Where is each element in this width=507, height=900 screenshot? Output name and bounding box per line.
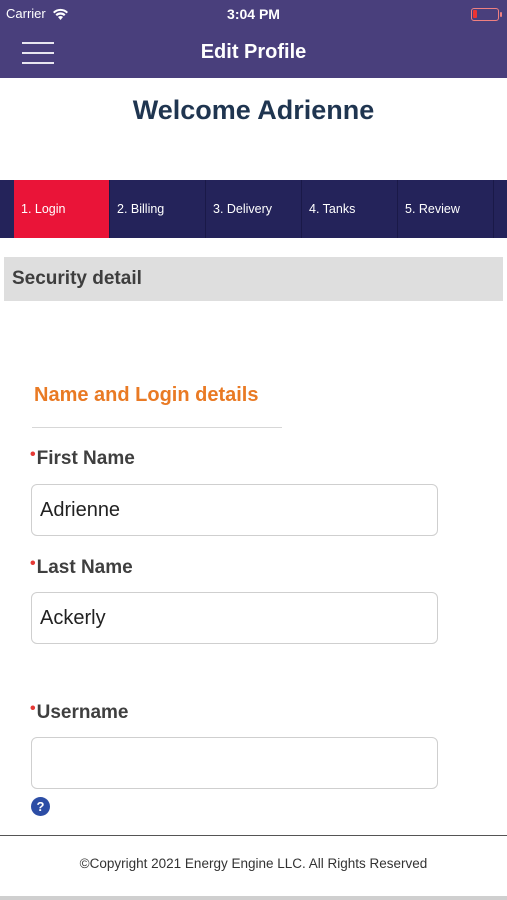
copyright-text: ©Copyright 2021 Energy Engine LLC. All R… [79,856,428,871]
required-marker: • [30,700,36,717]
step-login[interactable]: 1. Login [14,180,110,238]
username-label: •Username [30,700,129,723]
page-title: Edit Profile [200,41,307,63]
battery-icon [471,8,502,21]
bottom-divider [0,896,507,900]
required-marker: • [30,555,36,572]
form-group-title: Name and Login details [34,384,259,406]
clock: 3:04 PM [227,6,280,22]
first-name-field[interactable] [31,484,438,536]
step-review[interactable]: 5. Review [398,180,494,238]
step-delivery[interactable]: 3. Delivery [206,180,302,238]
first-name-label: •First Name [30,446,135,469]
step-progress-bar: 1. Login 2. Billing 3. Delivery 4. Tanks… [0,180,507,238]
last-name-label: •Last Name [30,555,133,578]
divider [32,427,282,428]
nav-bar: Edit Profile [0,28,507,78]
step-tanks[interactable]: 4. Tanks [302,180,398,238]
footer: ©Copyright 2021 Energy Engine LLC. All R… [0,835,507,895]
status-bar: Carrier 3:04 PM [0,0,507,28]
required-marker: • [30,446,36,463]
username-field[interactable] [31,737,438,789]
step-billing[interactable]: 2. Billing [110,180,206,238]
section-header: Security detail [4,257,503,301]
welcome-heading: Welcome Adrienne [132,95,375,125]
last-name-field[interactable] [31,592,438,644]
help-icon[interactable]: ? [31,797,50,816]
